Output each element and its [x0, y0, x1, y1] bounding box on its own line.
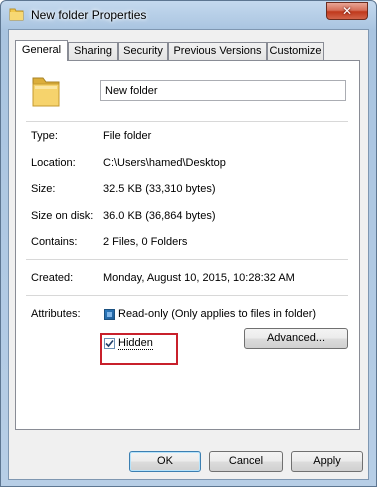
close-button[interactable]: ✕ [326, 2, 368, 20]
size-on-disk-value: 36.0 KB (36,864 bytes) [103, 210, 216, 222]
hidden-label[interactable]: Hidden [118, 337, 153, 350]
tab-sharing[interactable]: Sharing [68, 42, 118, 60]
divider [26, 295, 348, 296]
folder-icon [9, 7, 24, 21]
location-value: C:\Users\hamed\Desktop [103, 157, 226, 169]
close-icon: ✕ [341, 4, 353, 18]
location-label: Location: [31, 157, 76, 169]
checkmark-icon [105, 339, 114, 348]
tab-general[interactable]: General [15, 40, 68, 61]
readonly-label[interactable]: Read-only (Only applies to files in fold… [118, 308, 316, 320]
type-label: Type: [31, 130, 58, 142]
tab-previous-versions[interactable]: Previous Versions [168, 42, 267, 60]
size-label: Size: [31, 183, 56, 195]
window-title: New folder Properties [31, 8, 147, 22]
advanced-button[interactable]: Advanced... [244, 328, 348, 349]
dialog-body: General Sharing Security Previous Versio… [8, 29, 369, 480]
contains-value: 2 Files, 0 Folders [103, 236, 188, 248]
folder-icon [31, 74, 61, 108]
created-label: Created: [31, 272, 74, 284]
created-value: Monday, August 10, 2015, 10:28:32 AM [103, 272, 295, 284]
hidden-checkbox[interactable] [104, 338, 115, 349]
ok-button[interactable]: OK [129, 451, 201, 472]
attributes-label: Attributes: [31, 308, 81, 320]
properties-window: New folder Properties ✕ General Sharing … [0, 0, 377, 487]
divider [26, 259, 348, 260]
tab-security[interactable]: Security [118, 42, 168, 60]
folder-name-input[interactable] [100, 80, 346, 101]
cancel-button[interactable]: Cancel [209, 451, 283, 472]
readonly-checkbox[interactable] [104, 309, 115, 320]
divider [26, 121, 348, 122]
apply-button[interactable]: Apply [291, 451, 363, 472]
general-tab-panel: Type: File folder Location: C:\Users\ham… [15, 60, 360, 430]
title-bar[interactable]: New folder Properties ✕ [1, 1, 376, 29]
contains-label: Contains: [31, 236, 78, 248]
tab-customize[interactable]: Customize [267, 42, 324, 60]
type-value: File folder [103, 130, 152, 142]
size-value: 32.5 KB (33,310 bytes) [103, 183, 216, 195]
size-on-disk-label: Size on disk: [31, 210, 94, 222]
